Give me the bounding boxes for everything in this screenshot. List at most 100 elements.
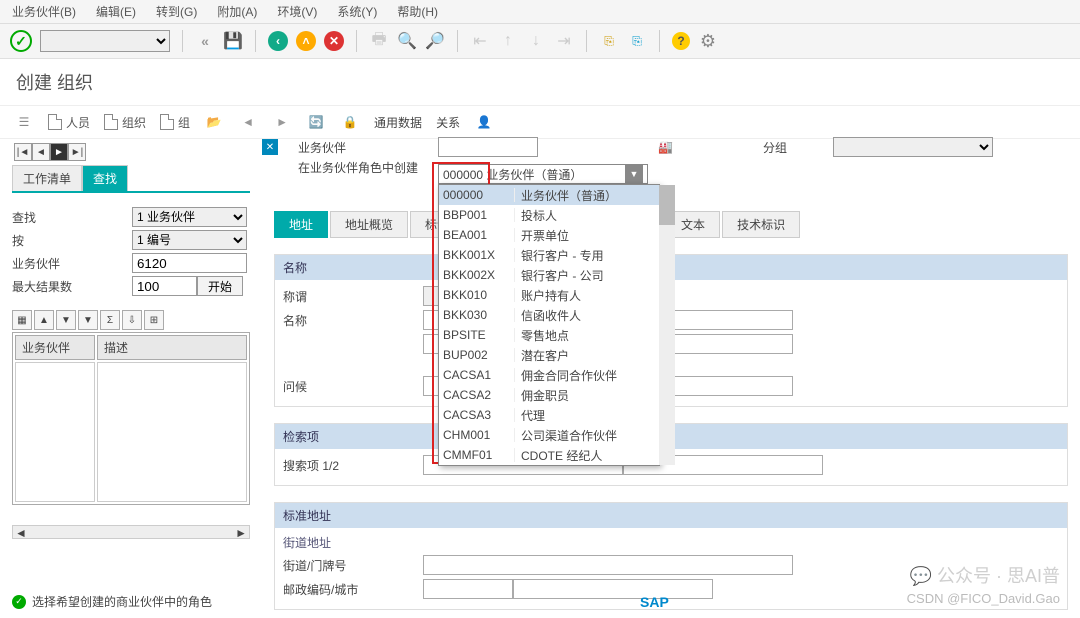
sort-asc-icon[interactable]: ▲ [34,310,54,330]
enter-icon[interactable]: ✓ [10,30,32,52]
search-label: 查找 [12,209,132,226]
menu-env[interactable]: 环境(V) [277,3,317,20]
bp-input[interactable] [132,253,247,273]
back-dbl-icon[interactable]: « [195,31,215,51]
session-icon[interactable]: ⎘ [599,31,619,51]
last-record-icon[interactable]: ►| [68,143,86,161]
dropdown-item[interactable]: CACSA2佣金职员 [439,385,659,405]
switch-icon[interactable]: 🔄 [306,112,326,132]
bp-header-label: 业务伙伴 [298,139,418,156]
document-icon [104,114,118,130]
menu-system[interactable]: 系统(Y) [337,3,377,20]
menu-goto[interactable]: 转到(G) [156,3,197,20]
factory-icon: 🏭 [658,140,673,154]
dropdown-item[interactable]: CACSA3代理 [439,405,659,425]
next-record-icon[interactable]: ► [50,143,68,161]
dropdown-item[interactable]: CMMF01CDOTE 经纪人 [439,445,659,465]
close-icon[interactable]: ✕ [262,139,278,155]
city-input[interactable] [513,579,713,599]
street-subheader: 街道地址 [283,534,1059,551]
chevron-down-icon[interactable]: ▼ [625,165,643,183]
group-address-header: 标准地址 [275,503,1067,528]
main-toolbar: ✓ « 💾 ‹ ˄ ✕ 🖶 🔍 🔎 ⇤ ↑ ↓ ⇥ ⎘ ⎘ ? ⚙ [0,24,1080,59]
open-icon[interactable]: 📂 [204,112,224,132]
left-tabbar: 工作清单 查找 [12,165,250,193]
dropdown-item[interactable]: CACSA1佣金合同合作伙伴 [439,365,659,385]
col-desc[interactable]: 描述 [97,335,247,360]
first-record-icon[interactable]: |◄ [14,143,32,161]
sum-icon[interactable]: Σ [100,310,120,330]
org-button[interactable]: 组织 [104,114,146,131]
tab-overview[interactable]: 地址概览 [330,211,408,238]
tab-worklist[interactable]: 工作清单 [12,165,82,191]
bp-label: 业务伙伴 [12,255,132,272]
layout-icon[interactable]: ⊞ [144,310,164,330]
dropdown-item[interactable]: BKK002X银行客户 - 公司 [439,265,659,285]
status-ok-icon: ✓ [12,595,26,609]
col-bp[interactable]: 业务伙伴 [15,335,95,360]
tab-tech[interactable]: 技术标识 [722,211,800,238]
grouping-select[interactable] [833,137,993,157]
prev-icon[interactable]: ◄ [238,112,258,132]
general-data-button[interactable]: 通用数据 [374,114,422,131]
person-button[interactable]: 人员 [48,114,90,131]
status-bar: ✓ 选择希望创建的商业伙伴中的角色 [12,593,212,610]
help-icon[interactable]: ? [672,32,690,50]
tab-address[interactable]: 地址 [274,211,328,238]
dropdown-item[interactable]: BKK030信函收件人 [439,305,659,325]
lock-icon[interactable]: 🔒 [340,112,360,132]
by-select[interactable]: 1 编号 [132,230,247,250]
search-select[interactable]: 1 业务伙伴 [132,207,247,227]
dropdown-item[interactable]: CHM001公司渠道合作伙伴 [439,425,659,445]
table-row [15,362,247,502]
prev-record-icon[interactable]: ◄ [32,143,50,161]
menu-extras[interactable]: 附加(A) [217,3,257,20]
find-next-icon: 🔎 [425,31,445,51]
filter-icon[interactable]: ▦ [12,310,32,330]
menu-help[interactable]: 帮助(H) [397,3,438,20]
cancel-button[interactable]: ✕ [324,31,344,51]
dropdown-item[interactable]: BBP001投标人 [439,205,659,225]
dropdown-item[interactable]: BPSITE零售地点 [439,325,659,345]
dropdown-item[interactable]: BKK010账户持有人 [439,285,659,305]
dropdown-item[interactable]: BEA001开票单位 [439,225,659,245]
relations-button[interactable]: 关系 [436,114,460,131]
document-icon [160,114,174,130]
searchterm-label: 搜索项 1/2 [283,457,423,474]
group-button[interactable]: 组 [160,114,190,131]
next-icon[interactable]: ► [272,112,292,132]
dropdown-item[interactable]: BKK001X银行客户 - 专用 [439,245,659,265]
max-label: 最大结果数 [12,278,132,295]
create-in-label: 在业务伙伴角色中创建 [298,159,418,176]
dropdown-item[interactable]: 000000业务伙伴（普通） [439,185,659,205]
menu-bp[interactable]: 业务伙伴(B) [12,3,76,20]
document-icon [48,114,62,130]
save-icon[interactable]: 💾 [223,31,243,51]
record-nav: |◄ ◄ ► ►| [14,143,86,161]
command-field[interactable] [40,30,170,52]
role-select[interactable]: 000000 业务伙伴（普通） ▼ [438,164,648,184]
sap-logo: SAP [640,594,669,610]
next-page-icon: ↓ [526,31,546,51]
watermark-csdn: CSDN @FICO_David.Gao [907,591,1060,606]
postal-input[interactable] [423,579,513,599]
street-input[interactable] [423,555,793,575]
export-icon[interactable]: ⇩ [122,310,142,330]
menu-edit[interactable]: 编辑(E) [96,3,136,20]
dropdown-item[interactable]: BUP002潜在客户 [439,345,659,365]
h-scrollbar[interactable]: ◄► [12,525,250,539]
menu-toggle-icon[interactable]: ☰ [14,112,34,132]
bp-header-input[interactable] [438,137,538,157]
start-button[interactable]: 开始 [197,276,243,296]
max-input[interactable] [132,276,197,296]
dropdown-scrollbar[interactable] [659,185,675,465]
funnel-icon[interactable]: ▼ [78,310,98,330]
grouping-label: 分组 [763,139,813,156]
exit-button[interactable]: ˄ [296,31,316,51]
settings-icon[interactable]: ⚙ [698,31,718,51]
sort-desc-icon[interactable]: ▼ [56,310,76,330]
tab-search[interactable]: 查找 [82,165,128,191]
assign-icon[interactable]: 👤 [474,112,494,132]
back-button[interactable]: ‹ [268,31,288,51]
shortcut-icon[interactable]: ⎘ [627,31,647,51]
